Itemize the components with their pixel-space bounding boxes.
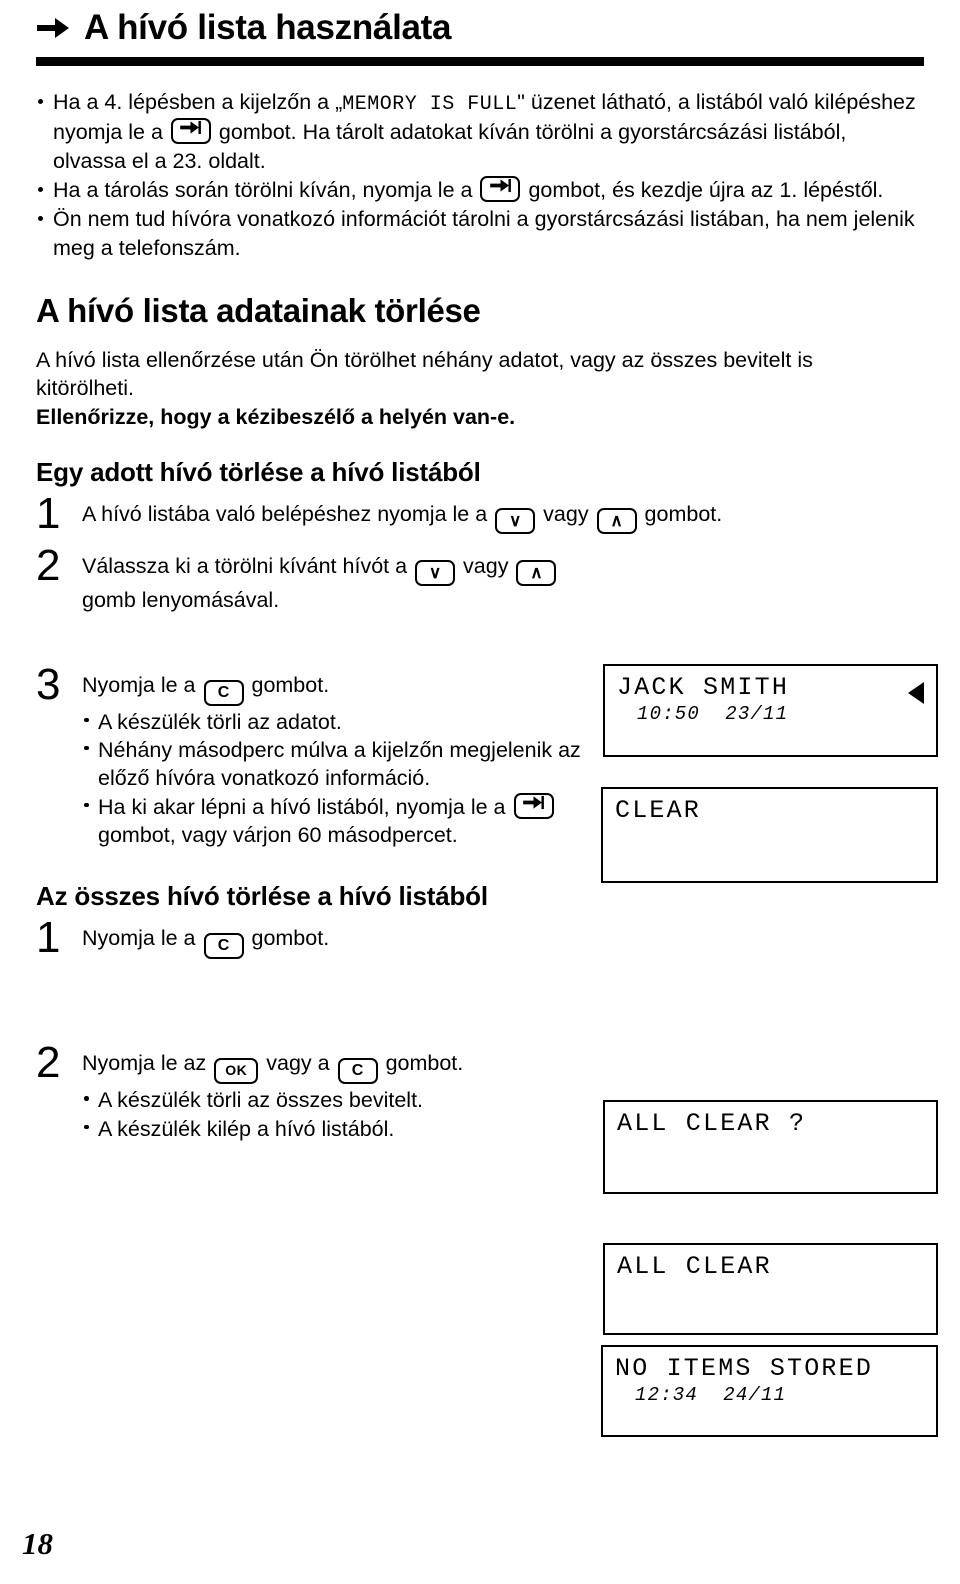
- page-number: 18: [22, 1526, 53, 1561]
- step-text-c: gombot.: [385, 1051, 464, 1076]
- step-bullet-text-b: gombot, vagy várjon 60 másodpercet.: [98, 823, 458, 848]
- step-body: Nyomja le a C gombot.: [82, 920, 938, 960]
- step-3-bullets: A készülék törli az adatot. Néhány másod…: [82, 708, 602, 850]
- section-heading-delete-data: A hívó lista adatainak törlése: [36, 292, 481, 330]
- step-text-a: Nyomja le a: [82, 926, 196, 951]
- section-intro-bold-note: Ellenőrizze, hogy a kézibeszélő a helyén…: [36, 404, 516, 429]
- subsection-heading-single-caller: Egy adott hívó törlése a hívó listából: [36, 457, 481, 488]
- lcd-display-jack-smith: JACK SMITH 10:50 23/11: [603, 664, 938, 757]
- step-all-1: 1 Nyomja le a C gombot.: [36, 913, 938, 963]
- step-text-c: gomb lenyomásával.: [82, 588, 280, 613]
- section-intro-paragraph: A hívó lista ellenőrzése után Ön törölhe…: [36, 346, 908, 431]
- note2-text-c: lépéstől.: [803, 177, 884, 202]
- intro-bullet-list: Ha a 4. lépésben a kijelzőn a „MEMORY IS…: [36, 88, 920, 262]
- header-divider: [36, 56, 924, 66]
- step-text-c: gombot.: [251, 926, 330, 951]
- lcd-line-2: 12:34 24/11: [635, 1383, 787, 1406]
- lcd-line-2: 10:50 23/11: [637, 702, 789, 725]
- step-bullet-exit: Ha ki akar lépni a hívó listából, nyomja…: [82, 792, 602, 850]
- step-body: Nyomja le az OK vagy a C gombot. A készü…: [82, 1045, 602, 1143]
- note3-text: Ön nem tud hívóra vonatkozó információt …: [53, 207, 915, 260]
- lcd-display-all-clear: ALL CLEAR: [603, 1243, 938, 1335]
- step-bullet: A készülék kilép a hívó listából.: [82, 1115, 602, 1143]
- manual-page: A hívó lista használata Ha a 4. lépésben…: [0, 0, 960, 1584]
- step-number: 2: [36, 1038, 61, 1088]
- exit-key-icon[interactable]: [513, 792, 554, 819]
- step-body: Nyomja le a C gombot. A készülék törli a…: [82, 667, 602, 850]
- step-text-c: gombot.: [644, 502, 723, 527]
- clear-key-icon[interactable]: C: [337, 1058, 378, 1085]
- step-bullet: Néhány másodperc múlva a kijelzőn megjel…: [82, 736, 602, 793]
- page-header: A hívó lista használata: [22, 0, 938, 47]
- up-key-icon[interactable]: ∧: [596, 508, 637, 535]
- step-bullet: A készülék törli az adatot.: [82, 708, 602, 736]
- section-intro-text: A hívó lista ellenőrzése után Ön törölhe…: [36, 348, 813, 401]
- down-key-icon[interactable]: ∨: [415, 560, 456, 587]
- note1-text-d: gombot. Ha tárolt adatokat kíván törölni…: [218, 120, 613, 145]
- step-text-a: Válassza ki a törölni kívánt hívót a: [82, 554, 408, 579]
- note1-display-message: MEMORY IS FULL: [342, 92, 518, 116]
- step-body: Válassza ki a törölni kívánt hívót a ∨ v…: [82, 548, 602, 614]
- step-text-a: Nyomja le a: [82, 672, 196, 697]
- step-number: 3: [36, 659, 61, 709]
- lcd-line-1: NO ITEMS STORED: [615, 1354, 874, 1383]
- step-number: 2: [36, 541, 61, 591]
- note2-text-b: gombot, és kezdje újra az 1.: [528, 177, 798, 202]
- lcd-line-1: ALL CLEAR: [617, 1252, 772, 1281]
- step-number: 1: [36, 489, 61, 539]
- exit-key-icon[interactable]: [170, 118, 211, 145]
- note1-text-b: " üzenet látható, a listából való: [517, 89, 809, 114]
- lcd-display-all-clear-question: ALL CLEAR ?: [603, 1100, 938, 1194]
- step-text-b: vagy: [463, 554, 509, 579]
- step-text-a: A hívó listába való belépéshez nyomja le…: [82, 502, 488, 527]
- step-text-a: Nyomja le az: [82, 1051, 207, 1076]
- step-bullet-text-a: Ha ki akar lépni a hívó listából, nyomja…: [98, 794, 506, 819]
- intro-notes: Ha a 4. lépésben a kijelzőn a „MEMORY IS…: [22, 88, 938, 262]
- lcd-display-clear: CLEAR: [601, 787, 938, 883]
- step-single-2: 2 Válassza ki a törölni kívánt hívót a ∨…: [36, 541, 938, 614]
- left-caret-icon: [908, 682, 924, 704]
- step-text-b: vagy: [543, 502, 589, 527]
- subsection-heading-all-callers: Az összes hívó törlése a hívó listából: [36, 881, 488, 912]
- right-arrow-icon: [36, 15, 70, 41]
- step-text-c: gombot.: [251, 672, 330, 697]
- step-single-1: 1 A hívó listába való belépéshez nyomja …: [36, 489, 938, 539]
- intro-note-1: Ha a 4. lépésben a kijelzőn a „MEMORY IS…: [36, 88, 920, 175]
- step-instruction: Nyomja le a C gombot.: [82, 671, 602, 706]
- step-instruction: Nyomja le az OK vagy a C gombot.: [82, 1049, 602, 1085]
- lcd-display-no-items-stored: NO ITEMS STORED 12:34 24/11: [601, 1345, 938, 1437]
- step-number: 1: [36, 913, 61, 963]
- step-text-b: vagy a: [266, 1051, 330, 1076]
- down-key-icon[interactable]: ∨: [495, 508, 536, 535]
- lcd-line-1: ALL CLEAR ?: [617, 1109, 807, 1138]
- exit-key-icon[interactable]: [480, 175, 521, 202]
- lcd-line-1: CLEAR: [615, 796, 702, 825]
- ok-key-icon[interactable]: OK: [214, 1058, 259, 1085]
- clear-key-icon[interactable]: C: [203, 933, 244, 960]
- step-all-2-bullets: A készülék törli az összes bevitelt. A k…: [82, 1086, 602, 1143]
- lcd-line-1: JACK SMITH: [617, 673, 790, 702]
- step-body: A hívó listába való belépéshez nyomja le…: [82, 496, 938, 535]
- note1-text-a: Ha a 4. lépésben a kijelzőn a „: [53, 89, 343, 114]
- intro-note-2: Ha a tárolás során törölni kíván, nyomja…: [36, 175, 920, 204]
- up-key-icon[interactable]: ∧: [516, 560, 557, 587]
- step-bullet: A készülék törli az összes bevitelt.: [82, 1086, 602, 1114]
- clear-key-icon[interactable]: C: [203, 679, 244, 706]
- intro-note-3: Ön nem tud hívóra vonatkozó információt …: [36, 205, 920, 262]
- page-title: A hívó lista használata: [84, 8, 452, 47]
- note2-text-a: Ha a tárolás során törölni kíván, nyomja…: [53, 177, 473, 202]
